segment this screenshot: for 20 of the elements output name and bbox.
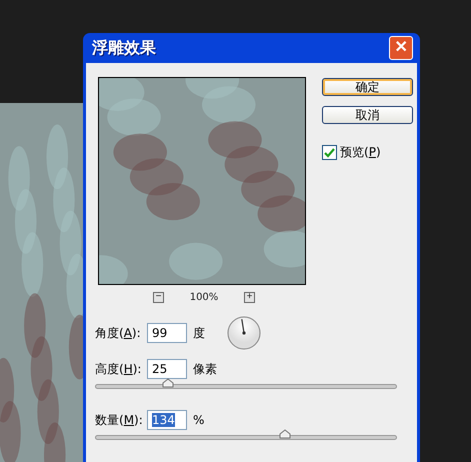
- field-label: 数量(M):: [95, 412, 144, 428]
- zoom-out-button[interactable]: −: [153, 292, 164, 302]
- value-field[interactable]: 25: [147, 359, 187, 379]
- field-label: 高度(H):: [95, 360, 142, 378]
- zoom-level: 100%: [188, 292, 220, 302]
- unit-label: 像素: [193, 360, 217, 378]
- field-label: 角度(A):: [95, 324, 142, 342]
- value-field[interactable]: 134: [147, 410, 187, 430]
- dialog-button[interactable]: 确定: [322, 78, 413, 96]
- value-field[interactable]: 99: [147, 323, 187, 343]
- zoom-in-button[interactable]: +: [244, 292, 255, 302]
- preview-checkbox[interactable]: 预览(P): [322, 144, 413, 161]
- angle-dial[interactable]: [227, 316, 261, 350]
- unit-label: 度: [193, 324, 205, 342]
- close-button[interactable]: ✕: [389, 36, 413, 60]
- check-icon: [324, 148, 335, 158]
- slider-thumb[interactable]: [279, 429, 291, 439]
- unit-label: %: [193, 413, 204, 427]
- window-title: 浮雕效果: [92, 38, 156, 58]
- dialog-button[interactable]: 取消: [322, 106, 413, 124]
